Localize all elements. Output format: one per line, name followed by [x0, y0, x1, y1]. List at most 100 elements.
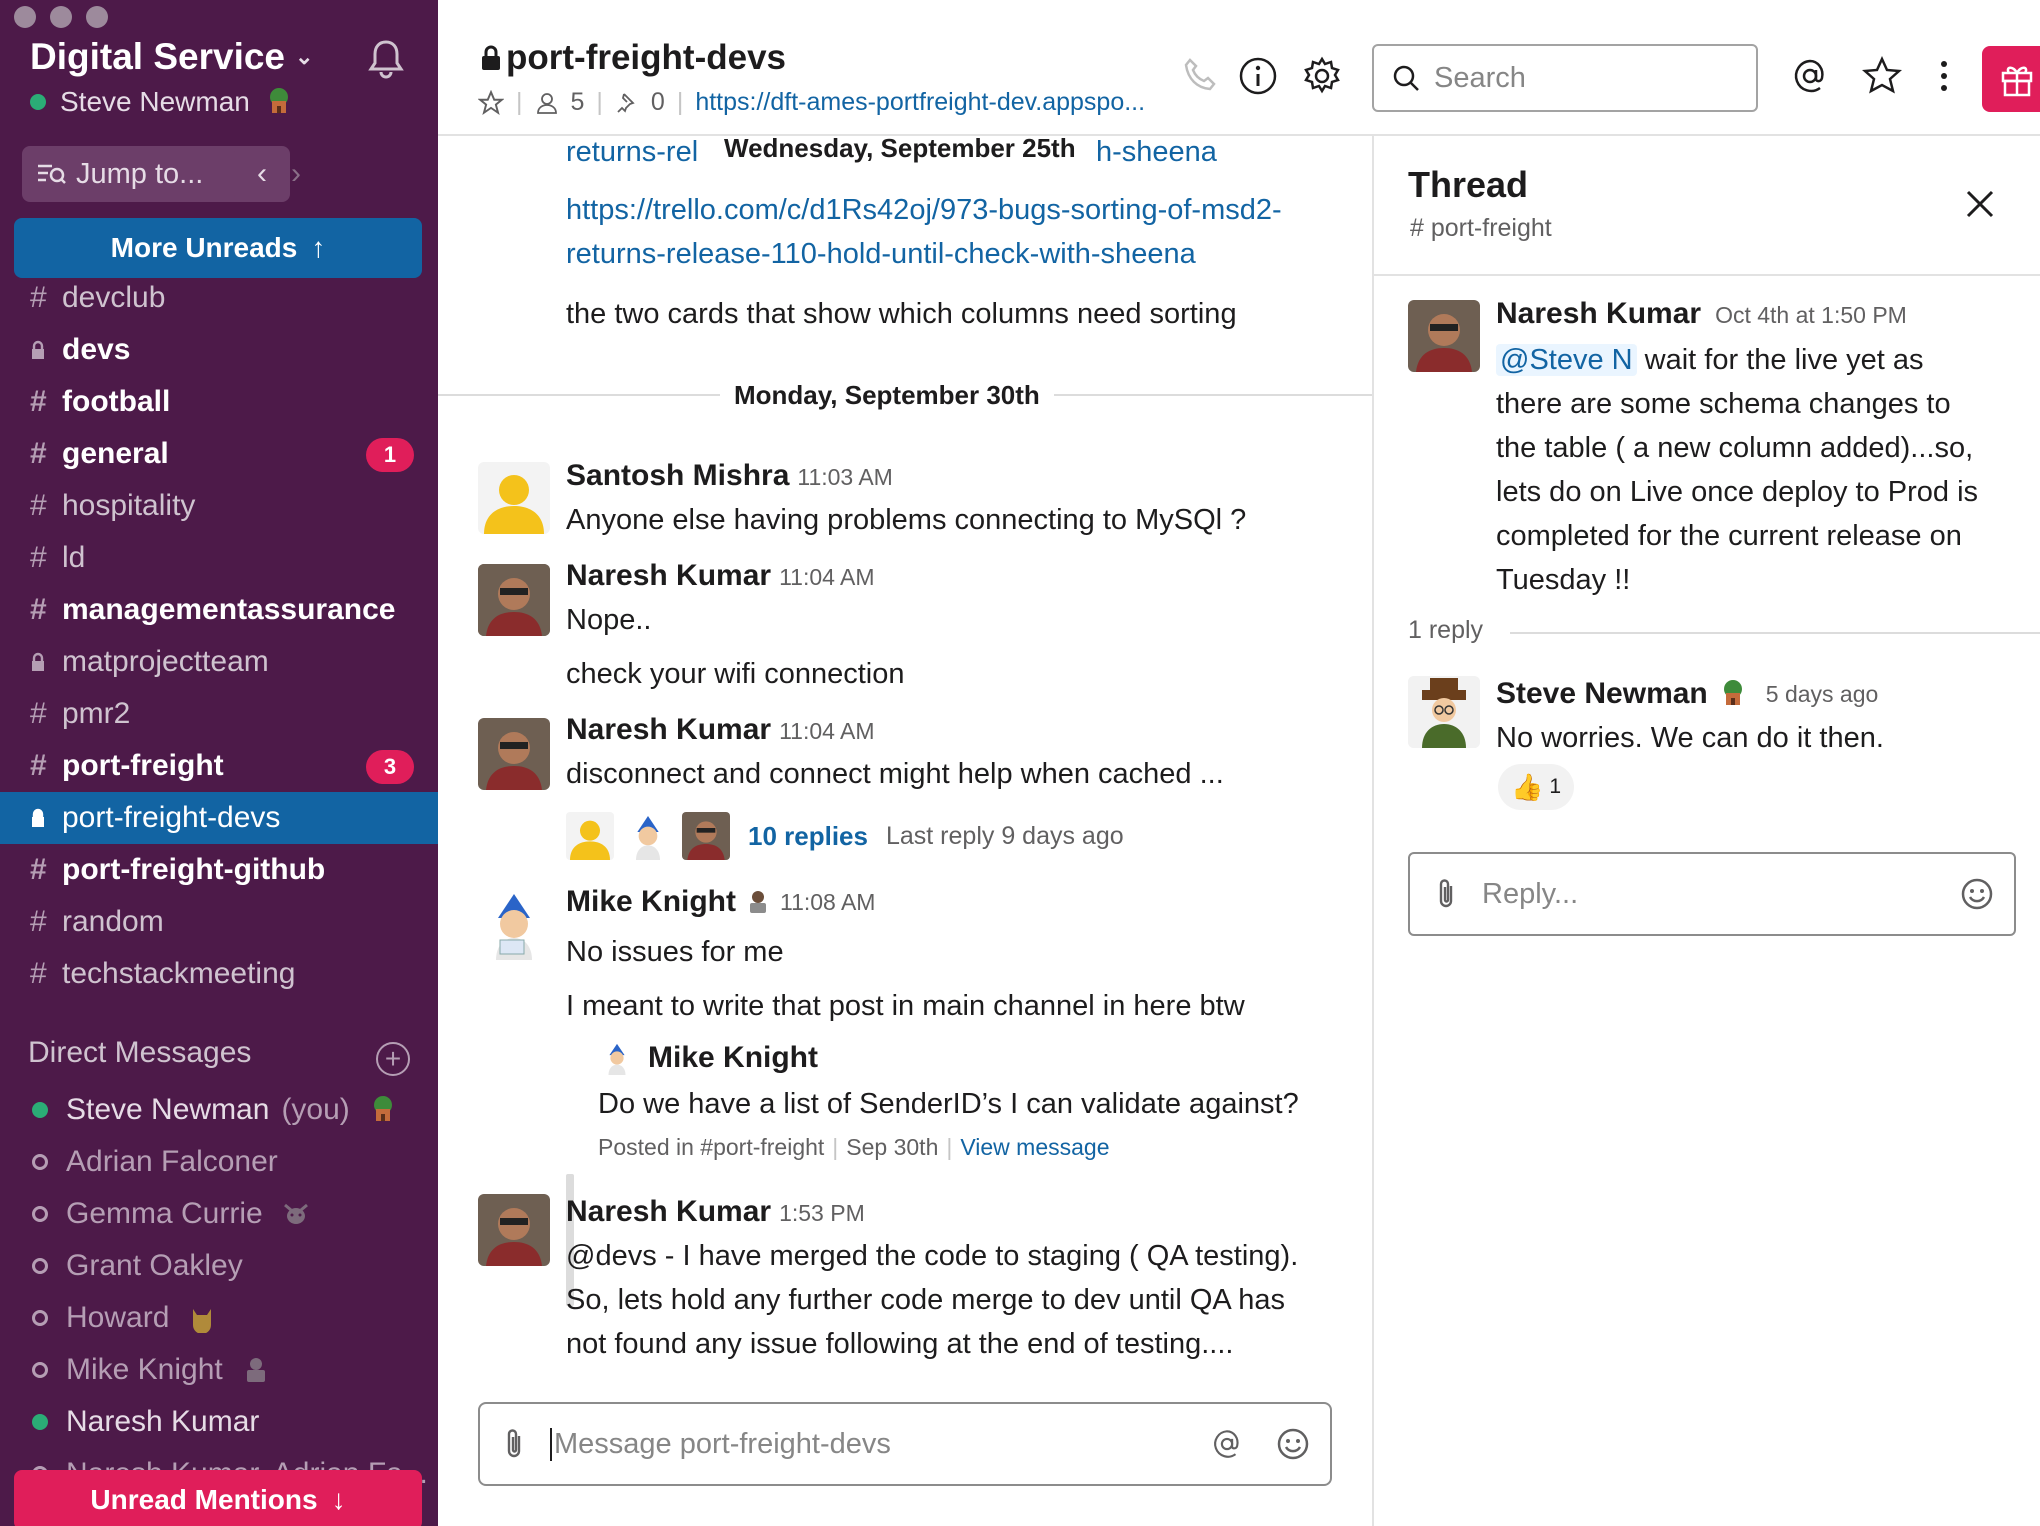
- sidebar-item-football[interactable]: # football: [0, 376, 438, 428]
- author-name[interactable]: Santosh Mishra: [566, 459, 789, 492]
- sidebar-item-port-freight-github[interactable]: # port-freight-github: [0, 844, 438, 896]
- sidebar-item-managementassurance[interactable]: # managementassurance: [0, 584, 438, 636]
- avatar[interactable]: [478, 462, 550, 534]
- whats-new-button[interactable]: [1982, 46, 2040, 112]
- lock-icon: [482, 45, 500, 70]
- sidebar-item-devs[interactable]: devs: [0, 324, 438, 376]
- avatar[interactable]: [1408, 676, 1480, 748]
- emoji-icon[interactable]: [1960, 877, 1994, 911]
- sidebar-item-devclub[interactable]: # devclub: [0, 272, 438, 324]
- author-name[interactable]: Naresh Kumar: [566, 559, 771, 592]
- bell-icon[interactable]: [366, 38, 406, 80]
- more-options-icon[interactable]: [1924, 56, 1964, 96]
- avatar[interactable]: [478, 1194, 550, 1266]
- timestamp[interactable]: 11:04 AM: [779, 718, 874, 744]
- info-icon[interactable]: [1238, 56, 1278, 96]
- emoji-icon[interactable]: [1276, 1427, 1310, 1461]
- forward-button[interactable]: ›: [268, 146, 324, 202]
- paperclip-icon[interactable]: [1434, 877, 1458, 911]
- reply-divider: [1510, 632, 2040, 634]
- reaction-thumbsup[interactable]: 👍 1: [1498, 764, 1574, 810]
- sidebar-item-ld[interactable]: # ld: [0, 532, 438, 584]
- dm-item[interactable]: Steve Newman (you): [0, 1084, 438, 1136]
- channel-title[interactable]: port-freight-devs: [480, 38, 786, 78]
- thread-title: Thread: [1408, 164, 1529, 205]
- starred-icon[interactable]: [1862, 56, 1902, 96]
- avatar[interactable]: [478, 888, 550, 960]
- workspace-menu[interactable]: Digital Service ⌄: [30, 36, 313, 78]
- sidebar-item-general[interactable]: # general 1: [0, 428, 438, 480]
- search-input[interactable]: Search: [1372, 44, 1758, 112]
- trello-link-partial[interactable]: returns-rel: [566, 136, 698, 174]
- dm-item[interactable]: Mike Knight: [0, 1344, 438, 1396]
- pin-count[interactable]: 0: [651, 88, 665, 117]
- sidebar-item-matprojectteam[interactable]: matprojectteam: [0, 636, 438, 688]
- message-input[interactable]: Message port-freight-devs: [550, 1427, 891, 1461]
- thread-summary[interactable]: 10 replies Last reply 9 days ago: [566, 812, 1124, 860]
- reply-input[interactable]: Reply...: [1482, 878, 1578, 911]
- dm-item[interactable]: Adrian Falconer: [0, 1136, 438, 1188]
- user-mention[interactable]: @Steve N: [1496, 344, 1637, 376]
- author-name[interactable]: Steve Newman: [1496, 672, 1708, 716]
- pin-icon[interactable]: [615, 91, 639, 115]
- members-icon[interactable]: [535, 91, 559, 115]
- mentions-icon[interactable]: [1790, 56, 1830, 96]
- timestamp[interactable]: 5 days ago: [1766, 672, 1879, 716]
- more-unreads-button[interactable]: More Unreads ↑: [14, 218, 422, 278]
- sidebar-item-port-freight[interactable]: # port-freight 3: [0, 740, 438, 792]
- posted-date[interactable]: Sep 30th: [846, 1134, 938, 1161]
- sidebar-item-port-freight-devs[interactable]: port-freight-devs: [0, 792, 438, 844]
- date-divider[interactable]: Monday, September 30th: [720, 378, 1054, 412]
- unread-mentions-button[interactable]: Unread Mentions ↓: [14, 1470, 422, 1526]
- channel-topic-link[interactable]: https://dft-ames-portfreight-dev.appspo.…: [695, 88, 1145, 117]
- trello-link-line2[interactable]: returns-release-110-hold-until-check-wit…: [566, 232, 1196, 276]
- star-icon[interactable]: [478, 89, 504, 116]
- avatar[interactable]: [478, 564, 550, 636]
- dm-item[interactable]: Naresh Kumar: [0, 1396, 438, 1448]
- avatar[interactable]: [1408, 300, 1480, 372]
- trello-link-partial-right[interactable]: h-sheena: [1096, 136, 1217, 174]
- trello-link-line1[interactable]: https://trello.com/c/d1Rs42oj/973-bugs-s…: [566, 188, 1282, 232]
- close-icon[interactable]: [1962, 186, 1998, 222]
- add-dm-icon[interactable]: +: [376, 1042, 410, 1076]
- timestamp[interactable]: 11:03 AM: [797, 464, 892, 490]
- floating-date[interactable]: Wednesday, September 25th: [710, 136, 1090, 164]
- message-header: Santosh Mishra 11:03 AM: [566, 454, 893, 503]
- dm-item[interactable]: Grant Oakley: [0, 1240, 438, 1292]
- shared-author-name[interactable]: Mike Knight: [648, 1036, 818, 1080]
- close-window-button[interactable]: [14, 6, 36, 28]
- avatar[interactable]: [478, 718, 550, 790]
- timestamp[interactable]: 1:53 PM: [779, 1200, 865, 1226]
- message-composer[interactable]: Message port-freight-devs: [478, 1402, 1332, 1486]
- direct-messages-header[interactable]: Direct Messages: [28, 1036, 251, 1070]
- sidebar-item-techstackmeeting[interactable]: # techstackmeeting: [0, 948, 438, 1000]
- author-name[interactable]: Naresh Kumar: [1496, 297, 1701, 330]
- thread-channel[interactable]: # port-freight: [1410, 214, 1552, 243]
- mention-icon[interactable]: [1210, 1427, 1244, 1461]
- gear-icon[interactable]: [1302, 56, 1342, 96]
- channel-header: port-freight-devs | 5 | 0 | https://dft-…: [438, 0, 2040, 136]
- dm-item[interactable]: Howard: [0, 1292, 438, 1344]
- avatar[interactable]: [600, 1041, 634, 1075]
- author-name[interactable]: Naresh Kumar: [566, 1195, 771, 1228]
- phone-icon[interactable]: [1180, 56, 1220, 96]
- timestamp[interactable]: Oct 4th at 1:50 PM: [1715, 302, 1907, 328]
- author-name[interactable]: Mike Knight: [566, 880, 736, 924]
- paperclip-icon[interactable]: [502, 1427, 526, 1461]
- sidebar-item-pmr2[interactable]: # pmr2: [0, 688, 438, 740]
- view-message-link[interactable]: View message: [960, 1134, 1109, 1161]
- thread-reply-composer[interactable]: Reply...: [1408, 852, 2016, 936]
- author-name[interactable]: Naresh Kumar: [566, 713, 771, 746]
- timestamp[interactable]: 11:08 AM: [780, 880, 875, 924]
- replies-link[interactable]: 10 replies: [748, 821, 868, 852]
- tree-house-icon: [1723, 680, 1742, 705]
- posted-in[interactable]: Posted in #port-freight: [598, 1134, 824, 1161]
- timestamp[interactable]: 11:04 AM: [779, 564, 874, 590]
- sidebar-item-random[interactable]: # random: [0, 896, 438, 948]
- sidebar-item-hospitality[interactable]: # hospitality: [0, 480, 438, 532]
- current-user[interactable]: Steve Newman: [30, 86, 294, 118]
- minimize-window-button[interactable]: [50, 6, 72, 28]
- zoom-window-button[interactable]: [86, 6, 108, 28]
- dm-item[interactable]: Gemma Currie: [0, 1188, 438, 1240]
- member-count[interactable]: 5: [571, 88, 585, 117]
